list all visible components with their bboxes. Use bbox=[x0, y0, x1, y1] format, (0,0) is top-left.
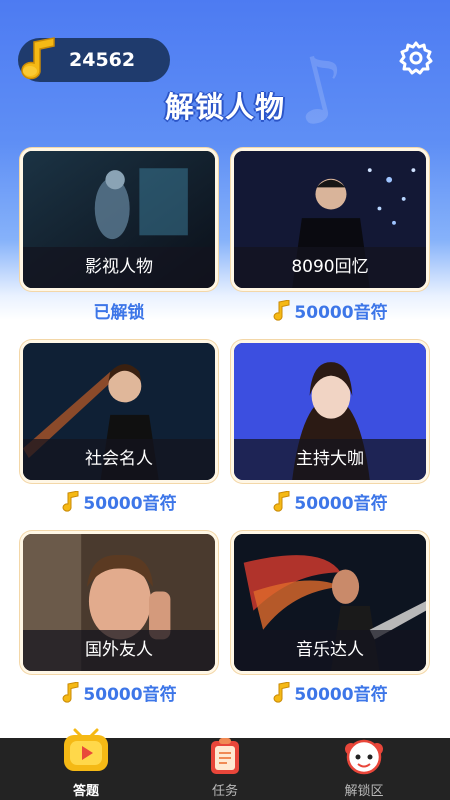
nav-label: 答题 bbox=[72, 784, 99, 799]
cartoon-face-icon bbox=[345, 739, 383, 775]
card-label: 音乐达人 bbox=[234, 630, 426, 671]
card-label: 影视人物 bbox=[23, 247, 215, 288]
category-card-foreigner[interactable]: 国外友人 bbox=[20, 531, 218, 674]
music-note-icon bbox=[274, 490, 290, 512]
card-label: 8090回忆 bbox=[234, 247, 426, 288]
music-note-icon bbox=[274, 681, 290, 703]
category-card-film[interactable]: 影视人物 bbox=[20, 148, 218, 291]
category-card-8090[interactable]: 8090回忆 bbox=[231, 148, 429, 291]
card-label: 主持大咖 bbox=[234, 439, 426, 480]
price-text: 50000音符 bbox=[294, 685, 388, 705]
card-label: 社会名人 bbox=[23, 439, 215, 480]
clipboard-icon bbox=[211, 738, 239, 774]
card-price: 50000音符 bbox=[231, 489, 429, 514]
nav-label: 解锁区 bbox=[344, 784, 384, 799]
nav-label: 任务 bbox=[211, 784, 238, 799]
card-price: 50000音符 bbox=[231, 680, 429, 705]
nav-tab-unlock[interactable]: 解锁区 bbox=[314, 738, 414, 800]
card-price: 50000音符 bbox=[231, 298, 429, 323]
bottom-nav: 答题 任务 解锁区 bbox=[0, 728, 450, 800]
card-price: 50000音符 bbox=[20, 489, 218, 514]
price-text: 50000音符 bbox=[83, 685, 177, 705]
music-note-icon bbox=[63, 490, 79, 512]
nav-tab-tasks[interactable]: 任务 bbox=[175, 738, 275, 800]
gear-icon[interactable] bbox=[398, 40, 434, 76]
card-status-unlocked: 已解锁 bbox=[20, 298, 218, 323]
music-note-icon bbox=[274, 299, 290, 321]
category-card-celebrity[interactable]: 社会名人 bbox=[20, 340, 218, 483]
music-note-icon bbox=[63, 681, 79, 703]
status-text: 已解锁 bbox=[93, 303, 145, 323]
price-text: 50000音符 bbox=[83, 494, 177, 514]
page-title: 解锁人物 bbox=[164, 90, 285, 124]
price-text: 50000音符 bbox=[294, 303, 388, 323]
category-card-host[interactable]: 主持大咖 bbox=[231, 340, 429, 483]
coin-balance: 24562 bbox=[18, 37, 170, 82]
category-card-musician[interactable]: 音乐达人 bbox=[231, 531, 429, 674]
coin-count: 24562 bbox=[69, 49, 136, 71]
card-price: 50000音符 bbox=[20, 680, 218, 705]
card-label: 国外友人 bbox=[23, 630, 215, 671]
tv-play-icon bbox=[64, 728, 108, 771]
nav-tab-quiz[interactable]: 答题 bbox=[36, 728, 136, 800]
music-note-icon bbox=[21, 37, 55, 80]
price-text: 50000音符 bbox=[294, 494, 388, 514]
